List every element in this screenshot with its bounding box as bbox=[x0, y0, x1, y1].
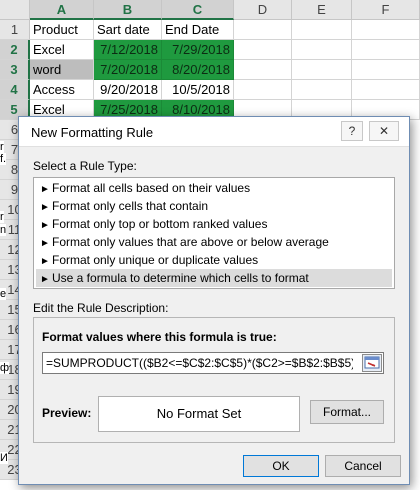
formula-field[interactable]: =SUMPRODUCT(($B2<=$C$2:$C$5)*($C2>=$B$2:… bbox=[42, 352, 384, 374]
rule-description-panel: Format values where this formula is true… bbox=[33, 317, 395, 443]
rule-type-item[interactable]: ► Format only cells that contain bbox=[36, 197, 392, 215]
dialog-titlebar[interactable]: New Formatting Rule ? ✕ bbox=[19, 117, 409, 147]
rule-type-list[interactable]: ► Format all cells based on their values … bbox=[33, 177, 395, 289]
rule-type-item[interactable]: ► Format only unique or duplicate values bbox=[36, 251, 392, 269]
table-cell[interactable]: 7/12/2018 bbox=[94, 40, 162, 60]
table-cell[interactable]: Product bbox=[30, 20, 94, 40]
stray-text: ф bbox=[0, 362, 10, 374]
table-cell[interactable] bbox=[292, 60, 352, 80]
rule-type-item-selected[interactable]: ► Use a formula to determine which cells … bbox=[36, 269, 392, 287]
select-all-corner[interactable] bbox=[0, 0, 30, 20]
table-cell[interactable]: 10/5/2018 bbox=[162, 80, 234, 100]
preview-label: Preview: bbox=[42, 406, 92, 420]
table-cell[interactable] bbox=[234, 60, 292, 80]
table-cell[interactable] bbox=[292, 80, 352, 100]
preview-box: No Format Set bbox=[98, 396, 300, 432]
select-rule-type-label: Select a Rule Type: bbox=[33, 159, 137, 173]
cancel-button[interactable]: Cancel bbox=[325, 455, 401, 477]
table-cell[interactable]: End Date bbox=[162, 20, 234, 40]
table-cell[interactable] bbox=[234, 20, 292, 40]
column-header-f[interactable]: F bbox=[352, 0, 420, 20]
column-header-c[interactable]: C bbox=[162, 0, 234, 20]
row-header[interactable]: 1 bbox=[0, 20, 30, 40]
stray-text: r bbox=[0, 141, 4, 153]
row-header[interactable]: 4 bbox=[0, 80, 30, 100]
arrow-icon: ► bbox=[40, 274, 50, 285]
stray-text: n bbox=[0, 224, 7, 236]
rule-type-item[interactable]: ► Format only values that are above or be… bbox=[36, 233, 392, 251]
new-formatting-rule-dialog: New Formatting Rule ? ✕ Select a Rule Ty… bbox=[18, 116, 410, 485]
table-cell[interactable] bbox=[292, 20, 352, 40]
table-cell[interactable]: Access bbox=[30, 80, 94, 100]
help-button[interactable]: ? bbox=[341, 121, 363, 141]
close-button[interactable]: ✕ bbox=[369, 121, 399, 141]
table-cell[interactable] bbox=[352, 60, 420, 80]
column-header-b[interactable]: B bbox=[94, 0, 162, 20]
rule-type-item[interactable]: ► Format only top or bottom ranked values bbox=[36, 215, 392, 233]
table-cell[interactable]: word bbox=[30, 60, 94, 80]
stray-text: f. bbox=[0, 153, 7, 165]
row-header[interactable]: 3 bbox=[0, 60, 30, 80]
stray-text: e bbox=[0, 288, 7, 300]
row-header[interactable]: 2 bbox=[0, 40, 30, 60]
table-cell[interactable]: 7/29/2018 bbox=[162, 40, 234, 60]
dialog-title: New Formatting Rule bbox=[31, 125, 154, 140]
collapse-dialog-button[interactable] bbox=[362, 354, 382, 372]
formula-input[interactable]: =SUMPRODUCT(($B2<=$C$2:$C$5)*($C2>=$B$2:… bbox=[45, 353, 353, 373]
rule-type-item[interactable]: ► Format all cells based on their values bbox=[36, 179, 392, 197]
format-button[interactable]: Format... bbox=[310, 400, 384, 424]
table-cell[interactable] bbox=[352, 80, 420, 100]
table-cell[interactable] bbox=[352, 40, 420, 60]
table-cell[interactable]: Sart date bbox=[94, 20, 162, 40]
column-header-d[interactable]: D bbox=[234, 0, 292, 20]
table-cell[interactable] bbox=[234, 40, 292, 60]
column-header-a[interactable]: A bbox=[30, 0, 94, 20]
table-cell[interactable] bbox=[292, 40, 352, 60]
stray-text: r bbox=[0, 211, 4, 223]
table-cell[interactable]: 8/20/2018 bbox=[162, 60, 234, 80]
stray-text: И bbox=[0, 452, 8, 464]
table-cell[interactable]: 7/20/2018 bbox=[94, 60, 162, 80]
ok-button[interactable]: OK bbox=[243, 455, 319, 477]
table-cell[interactable]: Excel bbox=[30, 40, 94, 60]
edit-rule-description-label: Edit the Rule Description: bbox=[33, 301, 169, 315]
table-cell[interactable] bbox=[234, 80, 292, 100]
formula-label: Format values where this formula is true… bbox=[42, 330, 277, 344]
table-cell[interactable]: 9/20/2018 bbox=[94, 80, 162, 100]
column-header-e[interactable]: E bbox=[292, 0, 352, 20]
range-select-icon bbox=[364, 356, 380, 369]
table-cell[interactable] bbox=[352, 20, 420, 40]
